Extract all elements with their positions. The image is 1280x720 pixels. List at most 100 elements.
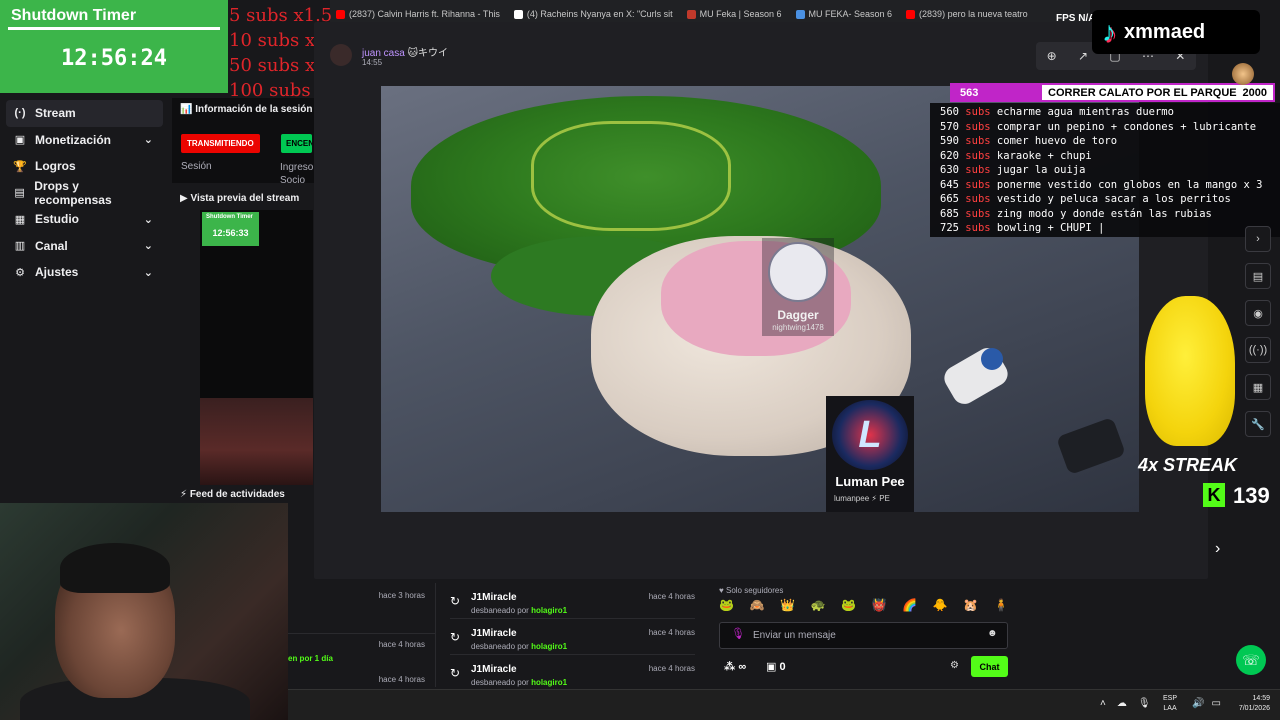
share-icon[interactable]: ↗	[1078, 49, 1088, 63]
document-icon[interactable]: ▤	[1245, 263, 1271, 289]
chat-settings-icon[interactable]: ⚙	[950, 660, 959, 671]
activity-username[interactable]: J1Miracle	[471, 628, 517, 639]
system-clock[interactable]: 14:59 7/01/2026	[1228, 694, 1270, 714]
tiktok-icon: ♪	[1102, 16, 1116, 47]
activity-row[interactable]: ↻ J1Miracle desbaneado por holagiro1 hace 4…	[450, 657, 695, 691]
wrench-icon[interactable]: 🔧	[1245, 411, 1271, 437]
slow-mode-indicator[interactable]: ⁂ ∞	[724, 660, 746, 673]
chevron-down-icon[interactable]: ⌄	[144, 266, 153, 279]
emoji-icon[interactable]: ☻	[987, 628, 998, 639]
chevron-down-icon[interactable]: ⌄	[144, 133, 153, 146]
emote-icon[interactable]: 🙈	[750, 598, 765, 612]
viewer-handle: lumanpee ⚡ PE	[834, 494, 890, 503]
emote-icon[interactable]: 🐹	[963, 598, 978, 612]
browser-tab-label: (4) Racheins Nyanya en X: "Curls sit	[526, 9, 673, 19]
browser-tab[interactable]: MU Feka | Season 6	[686, 9, 782, 19]
expand-icon[interactable]: ›	[1245, 226, 1271, 252]
sidebar-item-label: Canal	[35, 238, 68, 253]
zoom-icon[interactable]: ⊕	[1047, 49, 1057, 63]
goal-unit: subs	[965, 222, 991, 234]
emote-icon[interactable]: 🐸	[719, 598, 734, 612]
money-icon: ▣	[14, 134, 26, 147]
emote-icon[interactable]: 🐢	[811, 598, 826, 612]
layout-icon[interactable]: ▦	[1245, 374, 1271, 400]
support-icon[interactable]: ☏	[1236, 645, 1266, 675]
chat-placeholder: Enviar un mensaje	[753, 630, 836, 641]
emote-icon[interactable]: 🧍	[994, 598, 1009, 612]
tray-icons-2: 🔊 ▭	[1192, 698, 1221, 709]
next-chevron-icon[interactable]: ›	[1215, 540, 1220, 558]
sidebar-item-label: Estudio	[35, 212, 79, 227]
gift-icon: ▣	[766, 661, 780, 673]
sidebar-item-label: Monetización	[35, 132, 112, 147]
emote-icon[interactable]: 🌈	[902, 598, 917, 612]
activity-desc: desbaneado por holagiro1	[471, 678, 568, 687]
stream-preview[interactable]: Shutdown Timer 12:56:33	[200, 210, 313, 485]
mic-icon[interactable]: 🎙	[731, 627, 745, 640]
activity-username[interactable]: J1Miracle	[471, 592, 517, 603]
activity-row[interactable]: ↻ J1Miracle desbaneado por holagiro1 hace 4…	[450, 621, 695, 655]
studio-icon: ▦	[14, 213, 26, 226]
browser-tab[interactable]: MU FEKA- Season 6	[795, 9, 892, 19]
activity-panel-middle: ↻ J1Miracle desbaneado por holagiro1 hace 4…	[440, 583, 702, 687]
message-avatar	[330, 44, 352, 66]
user-avatar[interactable]	[1232, 63, 1254, 85]
goal-current-count: 563	[952, 85, 1042, 100]
trophy-icon: 🏆	[13, 160, 27, 173]
goal-unit: subs	[965, 149, 991, 162]
chevron-down-icon[interactable]: ⌄	[144, 213, 153, 226]
chevron-up-icon[interactable]: ˄	[1100, 698, 1106, 709]
goal-task: comprar un pepino + condones + lubricant…	[996, 120, 1257, 133]
activity-desc: en por 1 día	[288, 654, 333, 663]
tiktok-badge: ♪ xmmaed	[1092, 10, 1260, 54]
volume-icon[interactable]: 🔊	[1192, 698, 1204, 709]
emote-icon[interactable]: 🐥	[933, 598, 948, 612]
chat-icon[interactable]: ◉	[1245, 300, 1271, 326]
sidebar-item-logros[interactable]: 🏆 Logros	[0, 153, 163, 180]
cloud-icon[interactable]: ☁	[1117, 698, 1127, 709]
browser-tab-label: MU Feka | Season 6	[699, 9, 782, 19]
browser-tab[interactable]: (4) Racheins Nyanya en X: "Curls sit	[513, 9, 673, 19]
battery-icon[interactable]: ▭	[1211, 698, 1220, 709]
divider	[288, 633, 436, 634]
browser-tab[interactable]: (2839) pero la nueva teatro	[906, 9, 1028, 19]
chevron-down-icon[interactable]: ⌄	[144, 239, 153, 252]
viewer-name: Dagger	[777, 308, 819, 322]
live-status-button[interactable]: TRANSMITIENDO	[181, 134, 260, 153]
chat-send-button[interactable]: Chat	[971, 656, 1008, 677]
session-label: Sesión	[181, 161, 212, 172]
stream-preview-title: ▶ Vista previa del stream	[180, 193, 300, 204]
keyboard-language[interactable]: ESP LAA	[1163, 694, 1177, 714]
browser-tab[interactable]: (2837) Calvin Harris ft. Rihanna - This	[336, 9, 500, 19]
sidebar-item-monetizaci-n[interactable]: ▣ Monetización ⌄	[0, 127, 163, 154]
emote-icon[interactable]: 🐸	[841, 598, 856, 612]
broadcast-icon[interactable]: ((·))	[1245, 337, 1271, 363]
goal-current-bar: 563 CORRER CALATO POR EL PARQUE 2000	[950, 83, 1275, 102]
sidebar-item-canal[interactable]: ▥ Canal ⌄	[0, 233, 163, 260]
sidebar-item-ajustes[interactable]: ⚙ Ajustes ⌄	[0, 259, 163, 286]
activity-time: hace 4 horas	[648, 628, 695, 637]
points-indicator[interactable]: ▣ 0	[766, 660, 786, 673]
activity-username[interactable]: J1Miracle	[471, 664, 517, 675]
goal-threshold: 630	[940, 164, 959, 176]
revenue-label: Ingreso Socio	[280, 162, 314, 186]
goal-threshold: 665	[940, 193, 959, 205]
sidebar-item-stream[interactable]: (·) Stream	[6, 100, 163, 127]
goal-current-task: CORRER CALATO POR EL PARQUE	[1048, 86, 1237, 99]
emote-icon[interactable]: 👑	[780, 598, 795, 612]
emote-icon[interactable]: 👹	[872, 598, 887, 612]
goal-threshold: 560	[940, 106, 959, 118]
sidebar-item-drops-y-recompensas[interactable]: ▤ Drops y recompensas	[0, 179, 163, 207]
activity-panel-left: hace 3 horas hace 4 horas en por 1 día h…	[288, 583, 436, 687]
message-username[interactable]: juan casa 🐱キウイ	[362, 44, 448, 59]
encore-button[interactable]: ENCEN	[281, 134, 312, 153]
stream-icon: (·)	[14, 107, 26, 120]
activity-row[interactable]: ↻ J1Miracle desbaneado por holagiro1 hace 4…	[450, 585, 695, 619]
viewer-handle: nightwing1478	[772, 323, 824, 332]
timer-divider	[8, 27, 220, 30]
mic-icon[interactable]: 🎙	[1138, 698, 1151, 709]
sidebar-item-estudio[interactable]: ▦ Estudio ⌄	[0, 206, 163, 233]
goal-unit: subs	[965, 178, 991, 191]
webcam-feed	[0, 503, 288, 720]
activity-desc: desbaneado por holagiro1	[471, 606, 568, 615]
